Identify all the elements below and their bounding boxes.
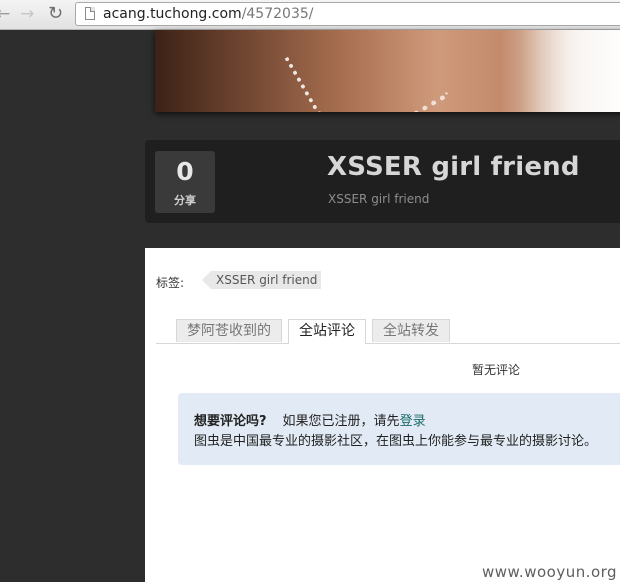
notice-question: 想要评论吗?	[194, 414, 267, 429]
page-icon	[85, 7, 95, 20]
photo-info-bar: 0 分享 XSSER girl friend XSSER girl friend	[145, 140, 620, 223]
notice-prefix: 如果您已注册，请先	[282, 414, 400, 429]
login-notice: 想要评论吗? 如果您已注册，请先登录 图虫是中国最专业的摄影社区，在图虫上你能参与…	[178, 393, 620, 465]
tags-label: 标签:	[156, 276, 185, 290]
comments-panel: 标签: XSSER girl friend 梦阿苍收到的 全站评论 全站转发 暂…	[145, 248, 620, 582]
browser-toolbar: ← → ↻ acang.tuchong.com/4572035/	[0, 0, 620, 30]
url-text[interactable]: acang.tuchong.com/4572035/	[103, 6, 313, 22]
share-count: 0	[176, 157, 194, 186]
url-host: acang.tuchong.com	[103, 6, 242, 22]
share-button[interactable]: 0 分享	[155, 151, 215, 213]
tab-site-comments[interactable]: 全站评论	[288, 319, 366, 344]
login-link[interactable]: 登录	[400, 414, 426, 429]
fabric-detail	[500, 30, 620, 112]
back-arrow-icon[interactable]: ←	[0, 5, 10, 23]
empty-comments-text: 暂无评论	[472, 363, 521, 377]
comment-tabs: 梦阿苍收到的 全站评论 全站转发	[156, 319, 620, 344]
tab-received[interactable]: 梦阿苍收到的	[176, 319, 282, 342]
tag-item[interactable]: XSSER girl friend	[201, 271, 322, 289]
tab-site-reposts[interactable]: 全站转发	[372, 319, 450, 342]
forward-arrow-icon[interactable]: →	[20, 5, 34, 23]
banner-photo[interactable]	[155, 30, 620, 112]
share-label: 分享	[174, 194, 196, 207]
reload-icon[interactable]: ↻	[48, 5, 63, 23]
notice-line-2: 图虫是中国最专业的摄影社区，在图虫上你能参与最专业的摄影讨论。	[194, 434, 598, 449]
photo-title: XSSER girl friend	[327, 152, 580, 182]
lace-detail	[284, 30, 450, 112]
photo-subtitle: XSSER girl friend	[328, 192, 430, 206]
address-bar[interactable]: acang.tuchong.com/4572035/	[75, 2, 620, 26]
url-path: /4572035/	[241, 6, 314, 22]
watermark: www.wooyun.org	[482, 563, 618, 581]
notice-line-1: 想要评论吗? 如果您已注册，请先登录	[194, 410, 426, 429]
